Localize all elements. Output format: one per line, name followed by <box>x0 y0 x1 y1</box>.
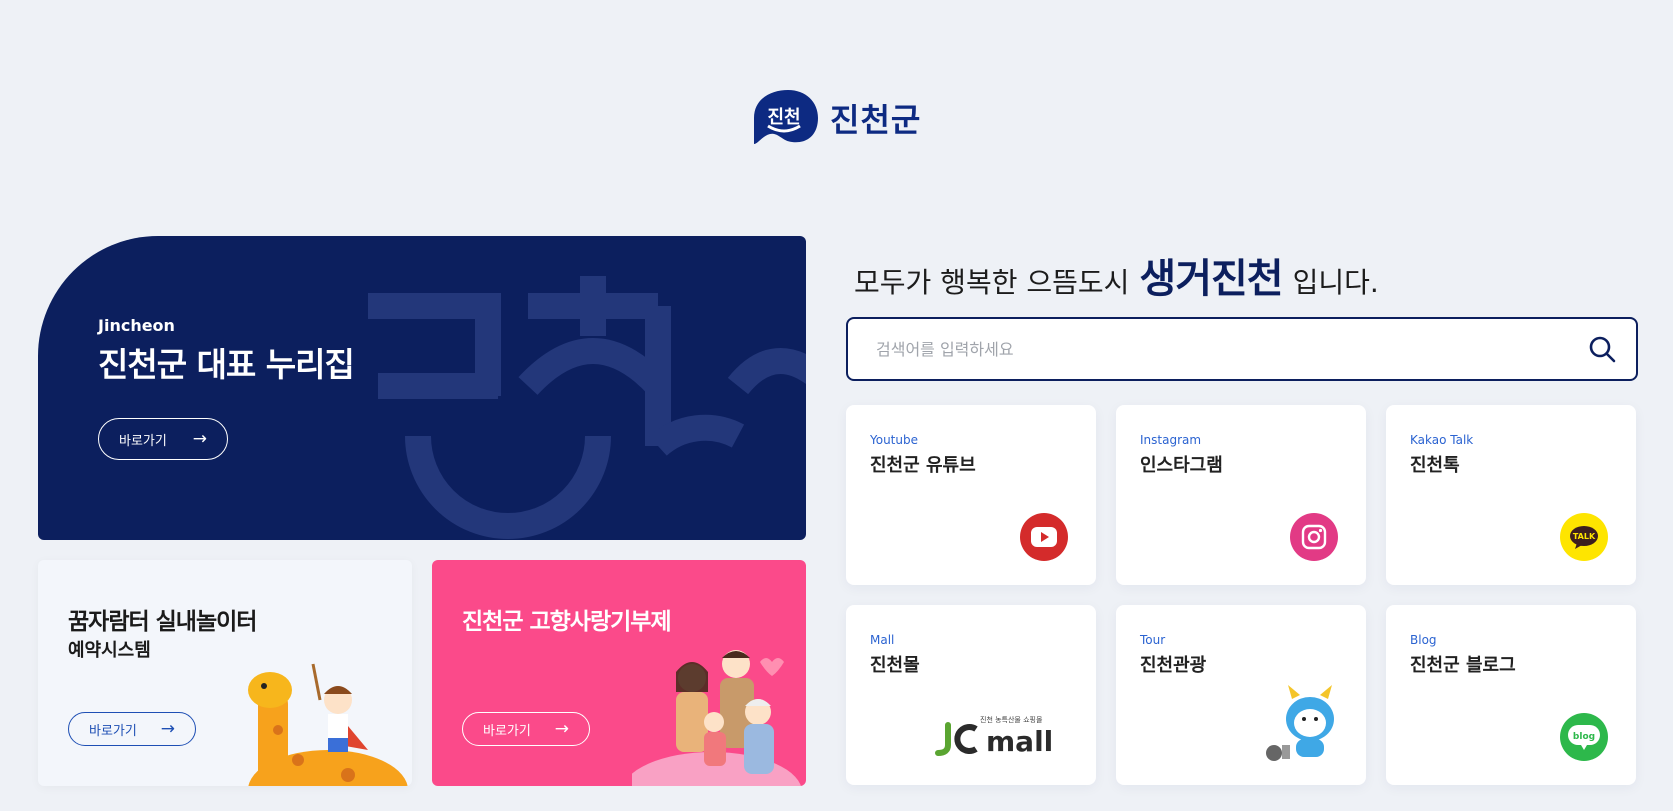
tile-youtube[interactable]: Youtube 진천군 유튜브 <box>846 405 1096 585</box>
kids-go-button[interactable]: 바로가기 → <box>68 712 196 746</box>
tile-tour-ko: 진천관광 <box>1140 655 1207 676</box>
tile-instagram-ko: 인스타그램 <box>1140 455 1223 476</box>
giraffe-child-illustration <box>248 663 408 786</box>
instagram-icon <box>1290 513 1338 561</box>
jc-mall-logo: 진천 농특산물 쇼핑몰 mall <box>935 715 1053 757</box>
love-go-button[interactable]: 바로가기 → <box>462 712 590 746</box>
kakao-icon-text: TALK <box>1573 532 1596 541</box>
jincheon-logo-icon: 진천 <box>754 90 818 144</box>
kakao-talk-icon: TALK <box>1560 513 1608 561</box>
hero-go-label: 바로가기 <box>119 433 167 449</box>
tile-instagram-en: Instagram <box>1140 433 1202 447</box>
tile-tour-en: Tour <box>1140 633 1166 647</box>
tagline: 모두가 행복한 으뜸도시 생거진천 입니다. <box>854 246 1379 304</box>
blog-icon-text: blog <box>1573 732 1595 742</box>
kids-card-subtitle: 예약시스템 <box>68 640 151 661</box>
svg-text:진천: 진천 <box>767 107 800 128</box>
tile-blog-ko: 진천군 블로그 <box>1410 655 1516 676</box>
tile-instagram[interactable]: Instagram 인스타그램 <box>1116 405 1366 585</box>
arrow-right-icon: → <box>554 719 569 739</box>
jincheon-watermark-icon <box>368 276 806 539</box>
tile-blog[interactable]: Blog 진천군 블로그 blog <box>1386 605 1636 785</box>
kids-playground-card[interactable]: 꿈자람터 실내놀이터 예약시스템 바로가기 → <box>38 560 412 786</box>
tile-mall-en: Mall <box>870 633 895 647</box>
tile-blog-en: Blog <box>1410 633 1437 647</box>
search-icon[interactable] <box>1588 335 1616 363</box>
main-site-card[interactable]: Jincheon 진천군 대표 누리집 바로가기 → <box>38 236 806 540</box>
tour-mascot-icon <box>1266 685 1334 761</box>
site-logo[interactable]: 진천 진천군 <box>748 88 921 148</box>
family-illustration <box>632 650 801 786</box>
mall-logo-small-text: 진천 농특산물 쇼핑몰 <box>980 715 1043 724</box>
youtube-icon <box>1020 513 1068 561</box>
tile-youtube-en: Youtube <box>870 433 918 447</box>
hero-go-button[interactable]: 바로가기 → <box>98 418 228 460</box>
sns-grid: Youtube 진천군 유튜브 Instagram 인스타그램 Kakao Ta… <box>846 405 1636 785</box>
kids-go-label: 바로가기 <box>89 723 137 739</box>
tile-kakao[interactable]: Kakao Talk 진천톡 TALK <box>1386 405 1636 585</box>
arrow-right-icon: → <box>192 429 207 449</box>
tile-kakao-en: Kakao Talk <box>1410 433 1474 447</box>
love-card-title: 진천군 고향사랑기부제 <box>462 609 672 635</box>
hero-eyebrow: Jincheon <box>98 316 175 335</box>
arrow-right-icon: → <box>160 719 175 739</box>
mall-logo-main-text: mall <box>986 725 1053 757</box>
tile-mall-ko: 진천몰 <box>870 655 920 676</box>
search-bar <box>846 317 1638 381</box>
hometown-donation-card[interactable]: 진천군 고향사랑기부제 바로가기 → <box>432 560 806 786</box>
tile-kakao-ko: 진천톡 <box>1410 455 1460 476</box>
hero-title: 진천군 대표 누리집 <box>98 345 355 384</box>
search-input[interactable] <box>876 339 1588 359</box>
tagline-brand: 생거진천 <box>1139 256 1283 302</box>
tile-tour[interactable]: Tour 진천관광 <box>1116 605 1366 785</box>
tagline-before: 모두가 행복한 으뜸도시 <box>854 266 1130 299</box>
love-go-label: 바로가기 <box>483 723 531 739</box>
blog-icon: blog <box>1560 713 1608 761</box>
tile-mall[interactable]: Mall 진천몰 진천 농특산물 쇼핑몰 mall <box>846 605 1096 785</box>
logo-text: 진천군 <box>830 101 922 139</box>
tile-youtube-ko: 진천군 유튜브 <box>870 455 976 476</box>
tagline-after: 입니다. <box>1292 266 1379 299</box>
kids-card-title: 꿈자람터 실내놀이터 <box>68 609 257 635</box>
